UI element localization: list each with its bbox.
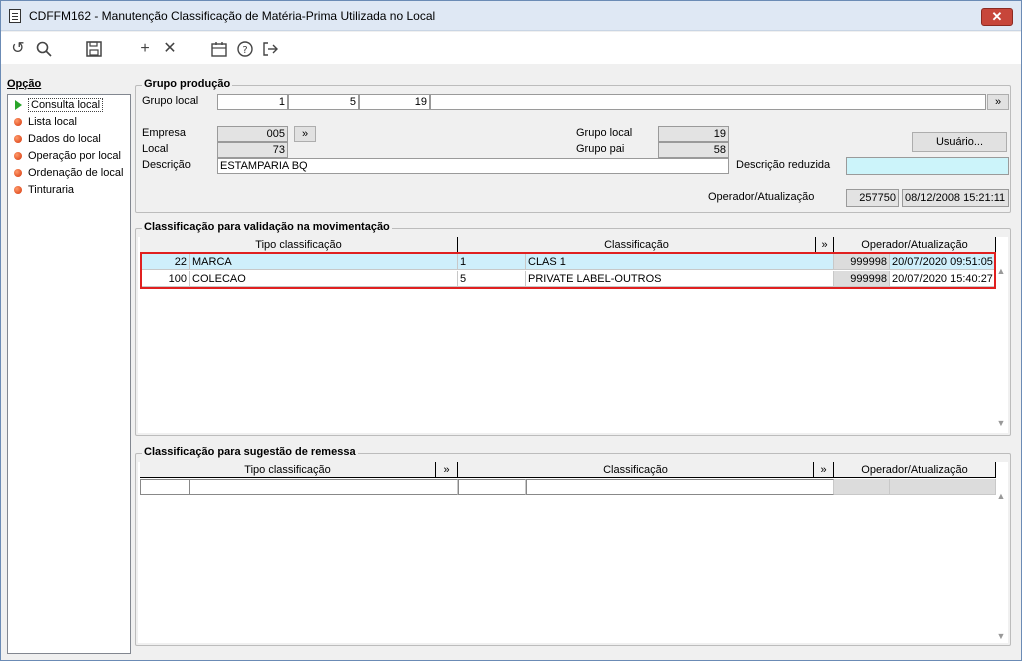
grupo-pai-label: Grupo pai: [576, 143, 625, 155]
calendar-icon[interactable]: [210, 40, 228, 58]
options-list: Consulta local Lista local Dados do loca…: [7, 94, 131, 654]
usuario-button[interactable]: Usuário...: [912, 132, 1007, 152]
operador-field: 257750: [846, 189, 899, 207]
sugestao-grid: Tipo classificação » Classificação » Ope…: [138, 462, 1008, 643]
exit-icon[interactable]: [261, 40, 279, 58]
cell-data: [890, 479, 996, 495]
grupo-local-search-button[interactable]: »: [987, 94, 1009, 110]
bullet-icon: [14, 186, 22, 194]
options-label: Opção: [7, 78, 42, 90]
close-button[interactable]: ✕: [981, 8, 1013, 26]
help-icon[interactable]: ?: [236, 40, 254, 58]
header-classificacao[interactable]: Classificação: [458, 462, 814, 478]
empresa-label: Empresa: [142, 127, 187, 139]
grupo-local-field-2[interactable]: 5: [288, 94, 359, 110]
header-operador[interactable]: Operador/Atualização: [834, 462, 996, 478]
scroll-down-icon[interactable]: ▼: [994, 630, 1008, 642]
cell-tipo-code[interactable]: [140, 479, 190, 495]
document-icon: [9, 9, 21, 23]
sugestao-title: Classificação para sugestão de remessa: [142, 446, 358, 458]
option-dados-local[interactable]: Dados do local: [12, 131, 128, 147]
add-icon[interactable]: +: [136, 40, 154, 58]
descricao-field[interactable]: ESTAMPARIA BQ: [217, 158, 729, 174]
arrow-right-icon: [15, 100, 22, 110]
toolbar: ↺ + ✕ ?: [1, 32, 1021, 64]
grupo-local-field-1[interactable]: 1: [217, 94, 288, 110]
scroll-down-icon[interactable]: ▼: [994, 417, 1008, 429]
atualizacao-field: 08/12/2008 15:21:11: [902, 189, 1009, 207]
header-tipo-classificacao[interactable]: Tipo classificação: [140, 237, 458, 253]
grupo-producao-title: Grupo produção: [142, 78, 233, 90]
header-more-button[interactable]: »: [436, 462, 458, 478]
grupo-producao-group: Grupo produção Grupo local 1 5 19 » Empr…: [135, 78, 1011, 213]
descricao-label: Descrição: [142, 159, 191, 171]
header-more-button-2[interactable]: »: [814, 462, 834, 478]
option-consulta-local[interactable]: Consulta local: [12, 97, 128, 113]
validacao-group: Classificação para validação na moviment…: [135, 221, 1011, 436]
header-classificacao[interactable]: Classificação: [458, 237, 816, 253]
cell-operador: [834, 479, 890, 495]
svg-text:?: ?: [242, 45, 247, 56]
selection-highlight: [140, 252, 996, 289]
bullet-icon: [14, 152, 22, 160]
local-label: Local: [142, 143, 169, 155]
app-window: CDFFM162 - Manutenção Classificação de M…: [0, 0, 1022, 661]
options-panel: Opção Consulta local Lista local Dados d…: [1, 64, 133, 656]
cell-tipo[interactable]: [190, 479, 458, 495]
window-title: CDFFM162 - Manutenção Classificação de M…: [29, 9, 436, 23]
scroll-up-icon[interactable]: ▲: [994, 265, 1008, 277]
bullet-icon: [14, 118, 22, 126]
grupo-pai-field: 58: [658, 142, 729, 158]
empresa-search-button[interactable]: »: [294, 126, 316, 142]
local-field: 73: [217, 142, 288, 158]
option-tinturaria[interactable]: Tinturaria: [12, 182, 128, 198]
refresh-icon[interactable]: ↺: [9, 40, 27, 58]
save-icon[interactable]: [85, 40, 103, 58]
sugestao-group: Classificação para sugestão de remessa T…: [135, 446, 1011, 646]
title-bar: CDFFM162 - Manutenção Classificação de M…: [1, 1, 1021, 31]
header-more-button[interactable]: »: [816, 237, 834, 253]
bullet-icon: [14, 135, 22, 143]
scroll-up-icon[interactable]: ▲: [994, 490, 1008, 502]
option-operacao-local[interactable]: Operação por local: [12, 148, 128, 164]
grupo-local-field-3[interactable]: 19: [359, 94, 430, 110]
operador-label: Operador/Atualização: [708, 191, 815, 203]
descricao-reduzida-field[interactable]: [846, 157, 1009, 175]
header-tipo-classificacao[interactable]: Tipo classificação: [140, 462, 436, 478]
bullet-icon: [14, 169, 22, 177]
grupo-local-2-label: Grupo local: [576, 127, 633, 139]
header-operador[interactable]: Operador/Atualização: [834, 237, 996, 253]
descricao-reduzida-label: Descrição reduzida: [736, 159, 831, 171]
option-ordenacao-local[interactable]: Ordenação de local: [12, 165, 128, 181]
grupo-local-2-field: 19: [658, 126, 729, 142]
search-icon[interactable]: [35, 40, 53, 58]
cell-clas-code[interactable]: [458, 479, 526, 495]
delete-icon[interactable]: ✕: [161, 40, 179, 58]
validacao-grid: Tipo classificação Classificação » Opera…: [138, 237, 1008, 433]
validacao-title: Classificação para validação na moviment…: [142, 221, 392, 233]
grupo-local-description: [430, 94, 986, 110]
cell-clas[interactable]: [526, 479, 834, 495]
empresa-field: 005: [217, 126, 288, 142]
grupo-local-label: Grupo local: [142, 95, 199, 107]
option-lista-local[interactable]: Lista local: [12, 114, 128, 130]
